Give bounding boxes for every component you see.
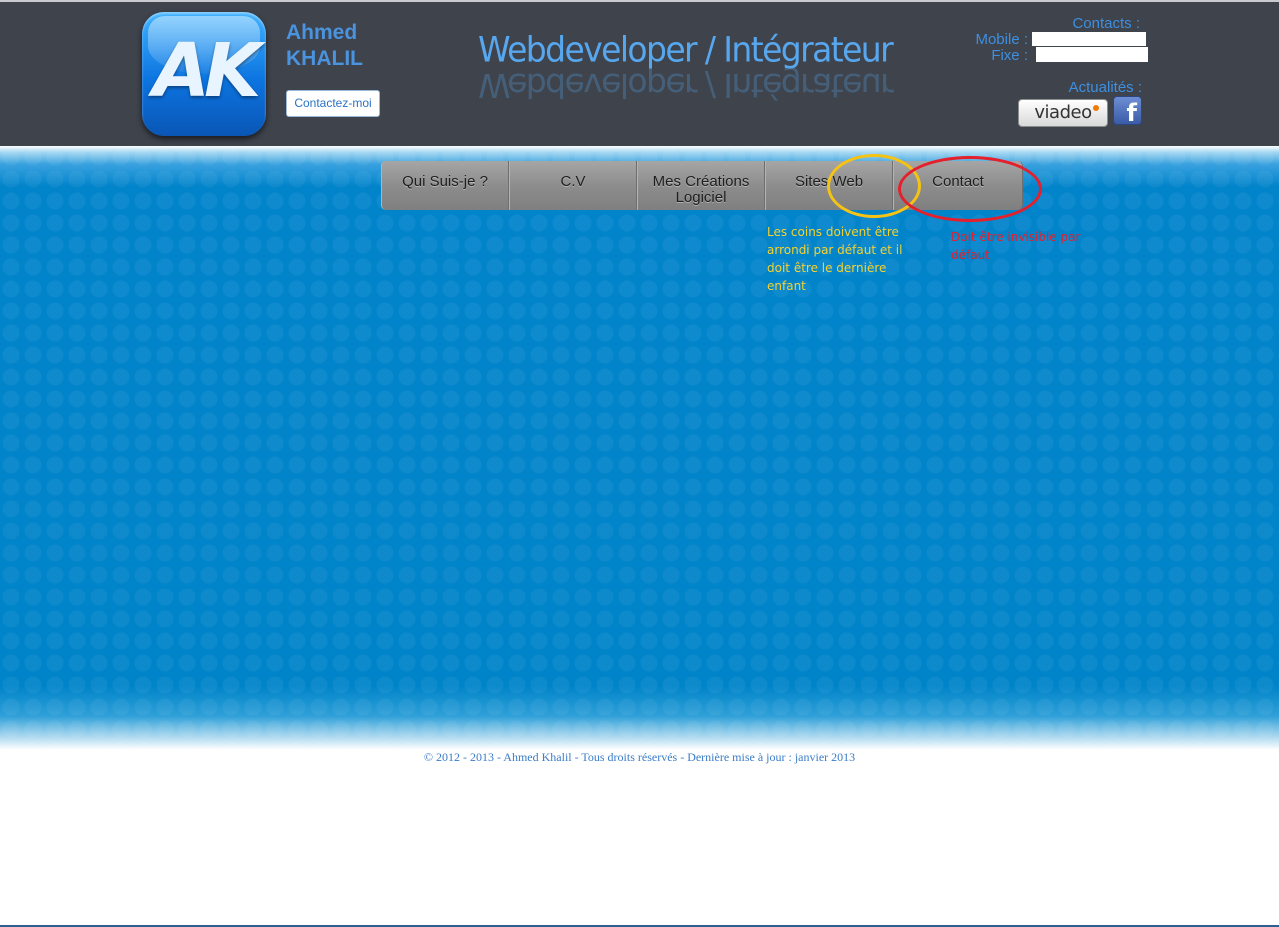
yellow-annotation-note: Les coins doivent être arrondi par défau… [767,225,903,293]
viadeo-dot [1093,105,1099,111]
tagline-reflection: Webdeveloper / Intégrateur [478,66,893,105]
contact-me-button[interactable]: Contactez-moi [286,90,380,117]
viadeo-icon[interactable]: viadeo [1018,99,1108,127]
logo-text: AK [152,28,262,114]
facebook-icon[interactable]: f [1113,96,1142,127]
redacted-mobile-number [1032,32,1146,46]
red-annotation-note: Doit être invisible par défaut [951,230,1081,262]
footer-copyright: © 2012 - 2013 - Ahmed Khalil - Tous droi… [423,750,856,764]
redacted-fixe-number [1036,47,1148,62]
owner-first-name: Ahmed [286,21,358,44]
menu-item-cv[interactable]: C.V [509,161,637,210]
owner-name: Ahmed KHALIL [286,20,426,72]
menu-item-qui-suis-je[interactable]: Qui Suis-je ? [381,161,509,210]
ak-logo[interactable]: AK [142,12,266,136]
owner-last-name: KHALIL [286,47,363,70]
red-annotation-circle [898,156,1042,222]
tagline: Webdeveloper / Intégrateur [478,29,894,70]
menu-item-creations-logiciel[interactable]: Mes Créations Logiciel [637,161,765,210]
site-header: AK Ahmed KHALIL Contactez-moi Webdevelop… [0,0,1279,146]
news-title: Actualités : [1068,79,1142,96]
mobile-label: Mobile : [975,31,1028,48]
viadeo-label: viadeo [1034,102,1092,123]
contacts-title: Contacts : [1072,15,1140,32]
fixe-label: Fixe : [991,47,1028,64]
